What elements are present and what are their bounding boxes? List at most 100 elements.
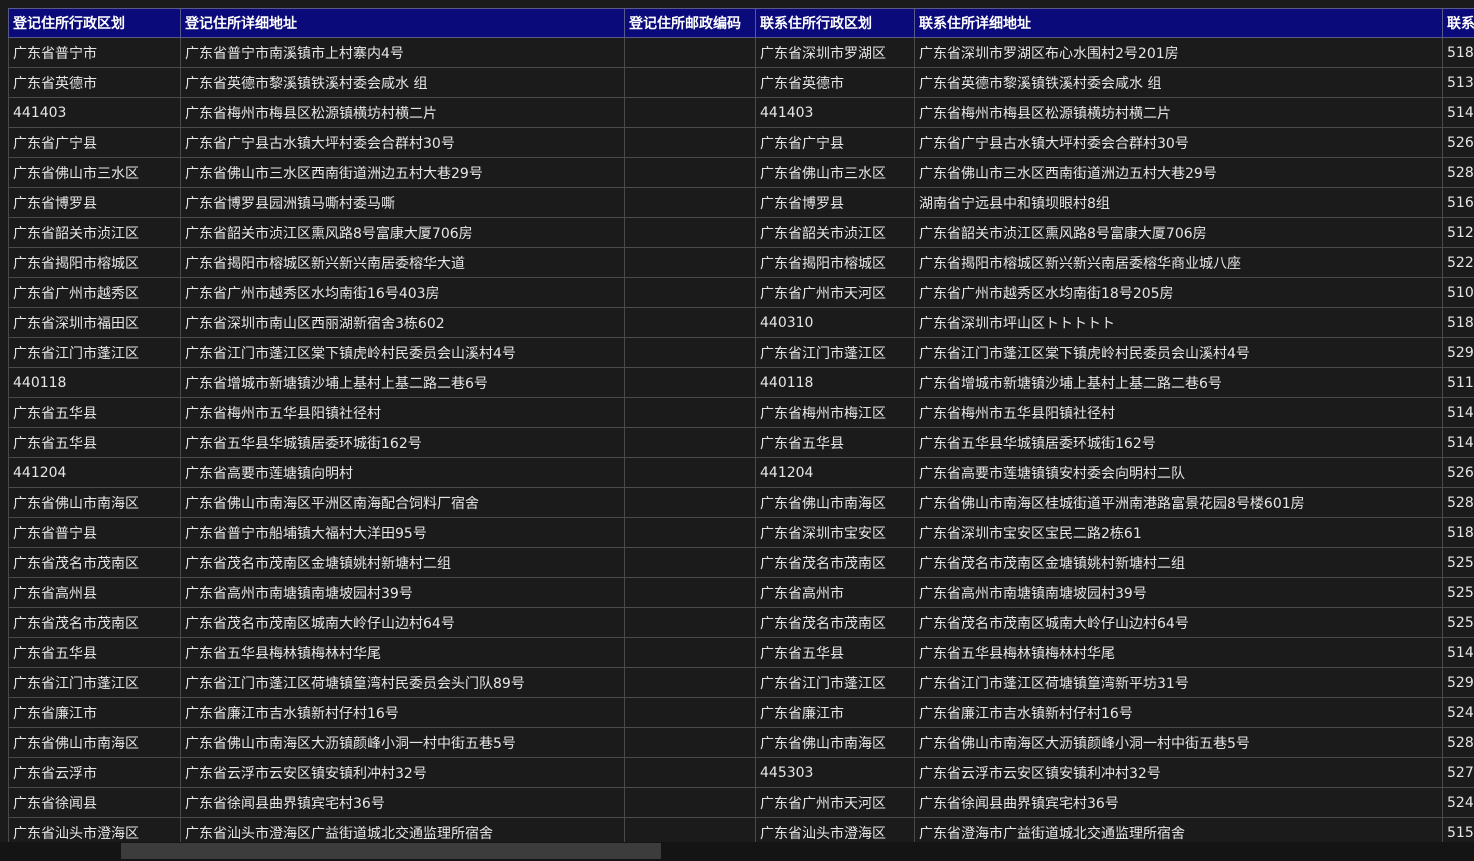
table-cell[interactable]: 广东省茂名市茂南区 <box>755 607 915 638</box>
table-cell[interactable]: 广东省五华县华城镇居委环城街162号 <box>180 427 625 458</box>
table-cell[interactable]: 广东省广州市天河区 <box>755 787 915 818</box>
table-cell[interactable]: 广东省深圳市罗湖区 <box>755 37 915 68</box>
table-cell[interactable]: 529 <box>1442 667 1474 698</box>
table-cell[interactable]: 441204 <box>755 457 915 488</box>
table-cell[interactable] <box>624 247 756 278</box>
table-cell[interactable]: 518 <box>1442 37 1474 68</box>
table-cell[interactable]: 广东省徐闻县曲界镇宾宅村36号 <box>914 787 1443 818</box>
table-cell[interactable]: 528 <box>1442 157 1474 188</box>
table-cell[interactable]: 广东省廉江市 <box>755 697 915 728</box>
table-row[interactable]: 广东省江门市蓬江区 广东省江门市蓬江区荷塘镇篁湾村民委员会头门队89号 广东省江门市… <box>8 667 1474 698</box>
table-cell[interactable]: 广东省佛山市三水区 <box>8 157 181 188</box>
table-cell[interactable] <box>624 547 756 578</box>
table-row[interactable]: 广东省佛山市南海区 广东省佛山市南海区平洲区南海配合饲料厂宿舍 广东省佛山市南海区广… <box>8 487 1474 518</box>
table-row[interactable]: 441403 广东省梅州市梅县区松源镇横坊村横二片 441403 广东省梅州市梅县区松… <box>8 97 1474 128</box>
table-cell[interactable]: 广东省普宁市 <box>8 37 181 68</box>
table-cell[interactable]: 广东省徐闻县曲界镇宾宅村36号 <box>180 787 625 818</box>
table-row[interactable]: 广东省普宁市 广东省普宁市南溪镇市上村寨内4号 广东省深圳市罗湖区 广东省深圳市罗湖区… <box>8 37 1474 68</box>
table-cell[interactable] <box>624 667 756 698</box>
table-cell[interactable]: 441403 <box>755 97 915 128</box>
column-header[interactable]: 联系 <box>1442 8 1474 38</box>
table-cell[interactable]: 广东省江门市蓬江区 <box>8 337 181 368</box>
table-cell[interactable]: 516 <box>1442 187 1474 218</box>
table-cell[interactable]: 广东省廉江市吉水镇新村仔村16号 <box>180 697 625 728</box>
table-cell[interactable]: 广东省五华县 <box>8 637 181 668</box>
table-cell[interactable]: 广东省汕头市澄海区 <box>8 817 181 842</box>
table-cell[interactable]: 广东省茂名市茂南区 <box>755 547 915 578</box>
table-cell[interactable]: 广东省韶关市浈江区熏风路8号富康大厦706房 <box>914 217 1443 248</box>
table-cell[interactable]: 广东省茂名市茂南区 <box>8 607 181 638</box>
table-cell[interactable]: 广东省深圳市宝安区 <box>755 517 915 548</box>
table-row[interactable]: 广东省高州县 广东省高州市南塘镇南塘坡园村39号 广东省高州市 广东省高州市南塘镇南塘… <box>8 577 1474 608</box>
table-cell[interactable]: 广东省英德市 <box>8 67 181 98</box>
table-cell[interactable]: 广东省佛山市三水区西南街道洲边五村大巷29号 <box>180 157 625 188</box>
column-header[interactable]: 登记住所邮政编码 <box>624 8 756 38</box>
table-cell[interactable]: 广东省佛山市南海区大沥镇颜峰小洞一村中街五巷5号 <box>180 727 625 758</box>
table-cell[interactable]: 522 <box>1442 247 1474 278</box>
table-row[interactable]: 广东省汕头市澄海区 广东省汕头市澄海区广益街道城北交通监理所宿舍 广东省汕头市澄海区… <box>8 817 1474 842</box>
table-cell[interactable] <box>624 367 756 398</box>
table-row[interactable]: 广东省博罗县 广东省博罗县园洲镇马嘶村委马嘶 广东省博罗县 湖南省宁远县中和镇坝眼村8… <box>8 187 1474 218</box>
table-cell[interactable]: 441204 <box>8 457 181 488</box>
table-cell[interactable]: 广东省佛山市南海区平洲区南海配合饲料厂宿舍 <box>180 487 625 518</box>
table-cell[interactable]: 514 <box>1442 637 1474 668</box>
table-cell[interactable]: 440118 <box>755 367 915 398</box>
table-cell[interactable]: 广东省深圳市罗湖区布心水围村2号201房 <box>914 37 1443 68</box>
table-cell[interactable]: 广东省普宁县 <box>8 517 181 548</box>
table-cell[interactable]: 514 <box>1442 97 1474 128</box>
table-cell[interactable]: 广东省韶关市浈江区熏风路8号富康大厦706房 <box>180 217 625 248</box>
table-cell[interactable]: 广东省江门市蓬江区荷塘镇篁湾村民委员会头门队89号 <box>180 667 625 698</box>
table-row[interactable]: 广东省茂名市茂南区 广东省茂名市茂南区城南大岭仔山边村64号 广东省茂名市茂南区 广东… <box>8 607 1474 638</box>
table-cell[interactable]: 广东省佛山市南海区 <box>8 487 181 518</box>
table-cell[interactable]: 广东省五华县梅林镇梅林村华尾 <box>914 637 1443 668</box>
table-row[interactable]: 广东省五华县 广东省五华县梅林镇梅林村华尾 广东省五华县 广东省五华县梅林镇梅林村华尾… <box>8 637 1474 668</box>
table-cell[interactable]: 广东省云浮市 <box>8 757 181 788</box>
table-row[interactable]: 广东省徐闻县 广东省徐闻县曲界镇宾宅村36号 广东省广州市天河区 广东省徐闻县曲界镇宾… <box>8 787 1474 818</box>
table-row[interactable]: 广东省韶关市浈江区 广东省韶关市浈江区熏风路8号富康大厦706房 广东省韶关市浈江区… <box>8 217 1474 248</box>
table-cell[interactable]: 广东省深圳市宝安区宝民二路2栋61 <box>914 517 1443 548</box>
table-cell[interactable]: 广东省江门市蓬江区 <box>8 667 181 698</box>
table-row[interactable]: 广东省五华县 广东省梅州市五华县阳镇社径村 广东省梅州市梅江区 广东省梅州市五华县阳镇… <box>8 397 1474 428</box>
table-cell[interactable]: 525 <box>1442 547 1474 578</box>
table-cell[interactable]: 广东省江门市蓬江区棠下镇虎岭村民委员会山溪村4号 <box>914 337 1443 368</box>
table-cell[interactable]: 广东省广宁县 <box>8 127 181 158</box>
table-cell[interactable]: 524 <box>1442 787 1474 818</box>
table-cell[interactable]: 湖南省宁远县中和镇坝眼村8组 <box>914 187 1443 218</box>
table-cell[interactable] <box>624 127 756 158</box>
column-header[interactable]: 联系住所详细地址 <box>914 8 1443 38</box>
table-cell[interactable]: 广东省高要市莲塘镇镇安村委会向明村二队 <box>914 457 1443 488</box>
table-cell[interactable]: 广东省茂名市茂南区 <box>8 547 181 578</box>
table-cell[interactable]: 广东省江门市蓬江区荷塘镇篁湾新平坊31号 <box>914 667 1443 698</box>
table-cell[interactable] <box>624 517 756 548</box>
table-cell[interactable]: 广东省梅州市梅江区 <box>755 397 915 428</box>
table-cell[interactable]: 广东省佛山市南海区大沥镇颜峰小洞一村中街五巷5号 <box>914 727 1443 758</box>
table-cell[interactable]: 广东省澄海市广益街道城北交通监理所宿舍 <box>914 817 1443 842</box>
table-cell[interactable]: 528 <box>1442 727 1474 758</box>
table-cell[interactable] <box>624 427 756 458</box>
table-cell[interactable]: 广东省普宁市南溪镇市上村寨内4号 <box>180 37 625 68</box>
table-cell[interactable] <box>624 37 756 68</box>
table-cell[interactable] <box>624 757 756 788</box>
table-cell[interactable] <box>624 817 756 842</box>
table-cell[interactable] <box>624 337 756 368</box>
table-cell[interactable]: 广东省佛山市三水区西南街道洲边五村大巷29号 <box>914 157 1443 188</box>
table-cell[interactable]: 广东省增城市新塘镇沙埔上基村上基二路二巷6号 <box>914 367 1443 398</box>
table-cell[interactable]: 广东省揭阳市榕城区 <box>755 247 915 278</box>
table-cell[interactable]: 526 <box>1442 127 1474 158</box>
table-cell[interactable]: 广东省高州县 <box>8 577 181 608</box>
table-cell[interactable] <box>624 187 756 218</box>
table-cell[interactable]: 广东省徐闻县 <box>8 787 181 818</box>
table-cell[interactable]: 广东省江门市蓬江区 <box>755 667 915 698</box>
table-cell[interactable]: 广东省广宁县古水镇大坪村委会合群村30号 <box>914 127 1443 158</box>
table-cell[interactable] <box>624 787 756 818</box>
table-cell[interactable]: 广东省佛山市南海区 <box>755 487 915 518</box>
table-row[interactable]: 广东省云浮市 广东省云浮市云安区镇安镇利冲村32号 445303 广东省云浮市云安区镇… <box>8 757 1474 788</box>
table-cell[interactable]: 广东省揭阳市榕城区 <box>8 247 181 278</box>
table-cell[interactable]: 514 <box>1442 427 1474 458</box>
table-cell[interactable] <box>624 607 756 638</box>
table-cell[interactable] <box>624 157 756 188</box>
table-cell[interactable] <box>624 97 756 128</box>
table-cell[interactable]: 广东省梅州市五华县阳镇社径村 <box>914 397 1443 428</box>
table-cell[interactable]: 广东省廉江市吉水镇新村仔村16号 <box>914 697 1443 728</box>
table-cell[interactable]: 广东省深圳市南山区西丽湖新宿舍3栋602 <box>180 307 625 338</box>
